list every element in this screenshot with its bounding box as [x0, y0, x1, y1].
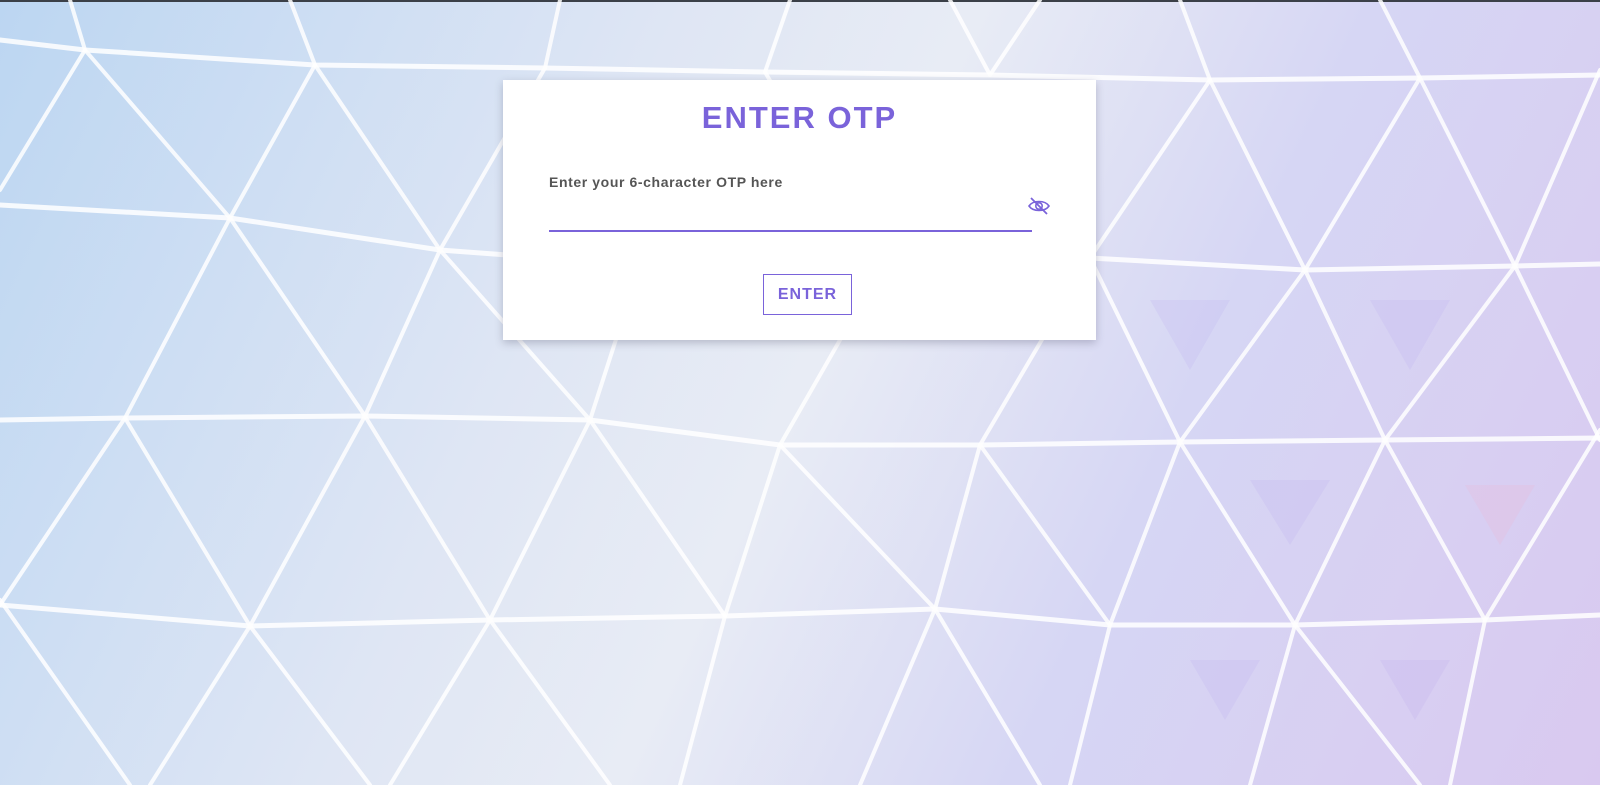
otp-field-label: Enter your 6-character OTP here	[549, 174, 783, 190]
otp-card: ENTER OTP Enter your 6-character OTP her…	[503, 80, 1096, 340]
page-title: ENTER OTP	[701, 100, 898, 135]
enter-button[interactable]: ENTER	[763, 274, 852, 315]
eye-slash-icon[interactable]	[1025, 194, 1053, 218]
otp-input[interactable]	[549, 196, 1032, 232]
